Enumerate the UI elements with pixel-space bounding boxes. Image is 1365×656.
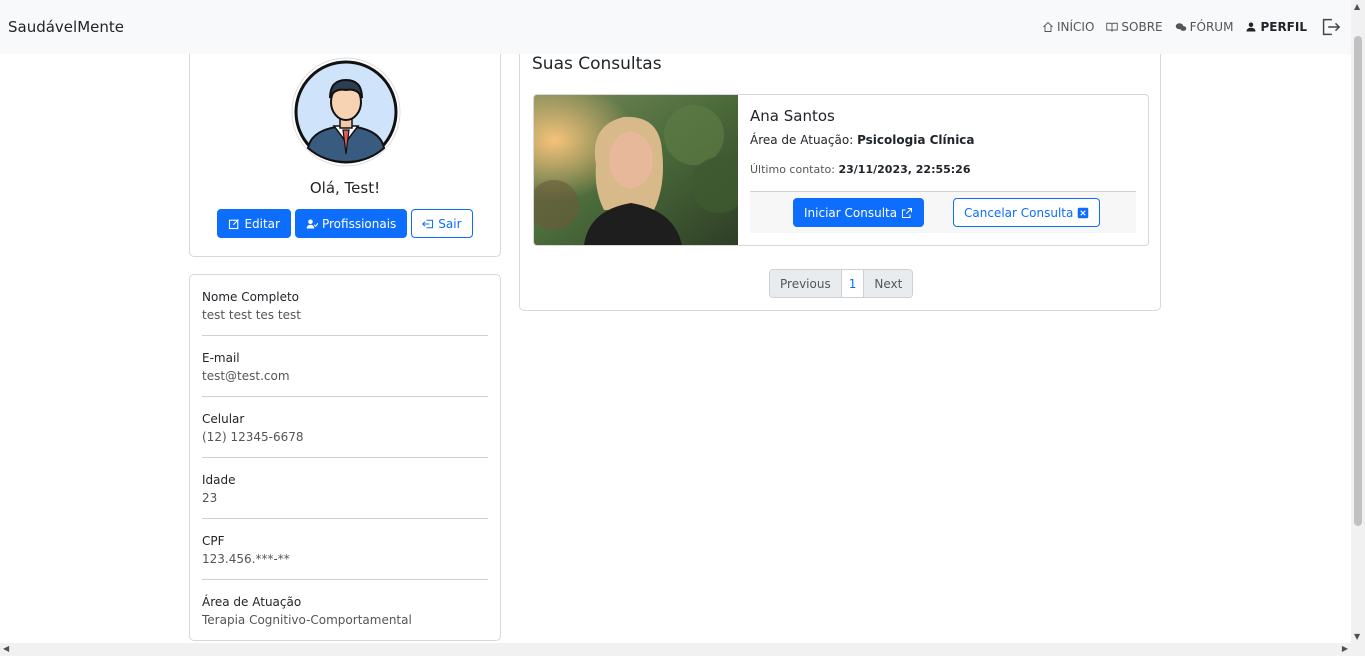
nav-link-label: FÓRUM [1189,20,1234,34]
info-item-email: E-mail test@test.com [202,336,488,397]
info-item-name: Nome Completo test test tes test [202,275,488,336]
info-value: (12) 12345-6678 [202,430,304,444]
scroll-up-icon[interactable]: ▲ [1354,2,1360,11]
start-consulta-button[interactable]: Iniciar Consulta [793,198,925,227]
area-label: Área de Atuação: [750,133,854,147]
contact-value: 23/11/2023, 22:55:26 [838,163,971,176]
info-item-age: Idade 23 [202,458,488,519]
scroll-right-icon[interactable]: ▶ [1342,644,1348,653]
contact-label: Último contato: [750,163,835,176]
edit-button-label: Editar [244,216,280,231]
nav-link-label: SOBRE [1121,20,1163,34]
external-link-icon [902,207,913,218]
info-label: Celular [202,412,245,426]
user-avatar-icon [291,57,401,167]
nav-link-label: PERFIL [1260,20,1307,34]
professional-photo [534,95,738,245]
avatar [290,56,402,168]
info-value: Terapia Cognitivo-Comportamental [202,613,412,627]
nav-link-label: INÍCIO [1056,20,1095,34]
logout-button[interactable] [1319,16,1341,38]
vertical-scrollbar[interactable]: ▲ ▼ [1351,0,1365,643]
consulta-body: Ana Santos Área de Atuação: Psicologia C… [750,95,1136,245]
book-icon [1106,22,1119,32]
person-icon [1246,22,1256,32]
greeting: Olá, Test! [309,179,381,197]
profile-actions: Editar Profissionais Sair [190,209,500,238]
pagination: Previous 1 Next [769,269,914,298]
info-label: Nome Completo [202,290,299,304]
edit-icon [229,218,240,229]
consulta-actions: Iniciar Consulta Cancelar Consulta [750,191,1136,233]
logout-profile-button[interactable]: Sair [411,209,473,238]
info-item-phone: Celular (12) 12345-6678 [202,397,488,458]
logout-profile-label: Sair [438,216,462,231]
nav-link-sobre[interactable]: SOBRE [1106,20,1163,34]
chat-icon [1175,23,1186,31]
horizontal-scrollbar[interactable]: ◀ ▶ [0,643,1365,656]
consulta-card: Ana Santos Área de Atuação: Psicologia C… [533,94,1149,246]
brand-logo[interactable]: SaudávelMente [8,18,124,36]
pagination-previous[interactable]: Previous [770,270,841,297]
logout-icon [1322,18,1341,36]
box-arrow-left-icon [422,219,434,228]
x-square-icon [1078,207,1089,218]
info-value: test test tes test [202,308,301,322]
scroll-left-icon[interactable]: ◀ [3,644,9,653]
pagination-next[interactable]: Next [864,270,913,297]
info-card: Nome Completo test test tes test E-mail … [189,274,501,641]
nav-link-forum[interactable]: FÓRUM [1175,20,1234,34]
scrollbar-thumb[interactable] [1354,36,1362,526]
edit-button[interactable]: Editar [217,209,291,238]
start-consulta-label: Iniciar Consulta [804,205,898,220]
cancel-consulta-button[interactable]: Cancelar Consulta [953,198,1101,227]
info-value: 123.456.***-** [202,552,290,566]
cancel-consulta-label: Cancelar Consulta [964,205,1074,220]
nav-link-inicio[interactable]: INÍCIO [1042,20,1094,34]
professional-area: Área de Atuação: Psicologia Clínica [750,133,975,147]
house-icon [1043,21,1053,32]
info-label: Área de Atuação [202,595,302,609]
info-item-area: Área de Atuação Terapia Cognitivo-Compor… [202,580,488,641]
pagination-page-1[interactable]: 1 [840,270,865,297]
nav-link-perfil[interactable]: PERFIL [1245,20,1307,34]
professional-name: Ana Santos [750,107,835,125]
info-value: 23 [202,491,218,505]
professionals-button[interactable]: Profissionais [294,209,408,238]
info-label: Idade [202,473,236,487]
last-contact: Último contato: 23/11/2023, 22:55:26 [750,163,970,176]
nav-links: INÍCIO SOBRE FÓRUM PERFIL [1042,16,1341,38]
info-label: CPF [202,534,225,548]
professionals-button-label: Profissionais [321,216,397,231]
consultas-card: Suas Consultas Ana Santos Área de Atuaçã… [519,30,1161,311]
person-check-icon [306,219,318,228]
scroll-down-icon[interactable]: ▼ [1354,632,1360,641]
consultas-title: Suas Consultas [532,54,662,74]
info-label: E-mail [202,351,240,365]
profile-card: Olá, Test! Editar Profissionais Sair [189,30,501,257]
info-item-cpf: CPF 123.456.***-** [202,519,488,580]
navbar: SaudávelMente INÍCIO SOBRE FÓRUM PERFIL [0,0,1351,54]
area-value: Psicologia Clínica [857,133,975,147]
info-value: test@test.com [202,369,290,383]
